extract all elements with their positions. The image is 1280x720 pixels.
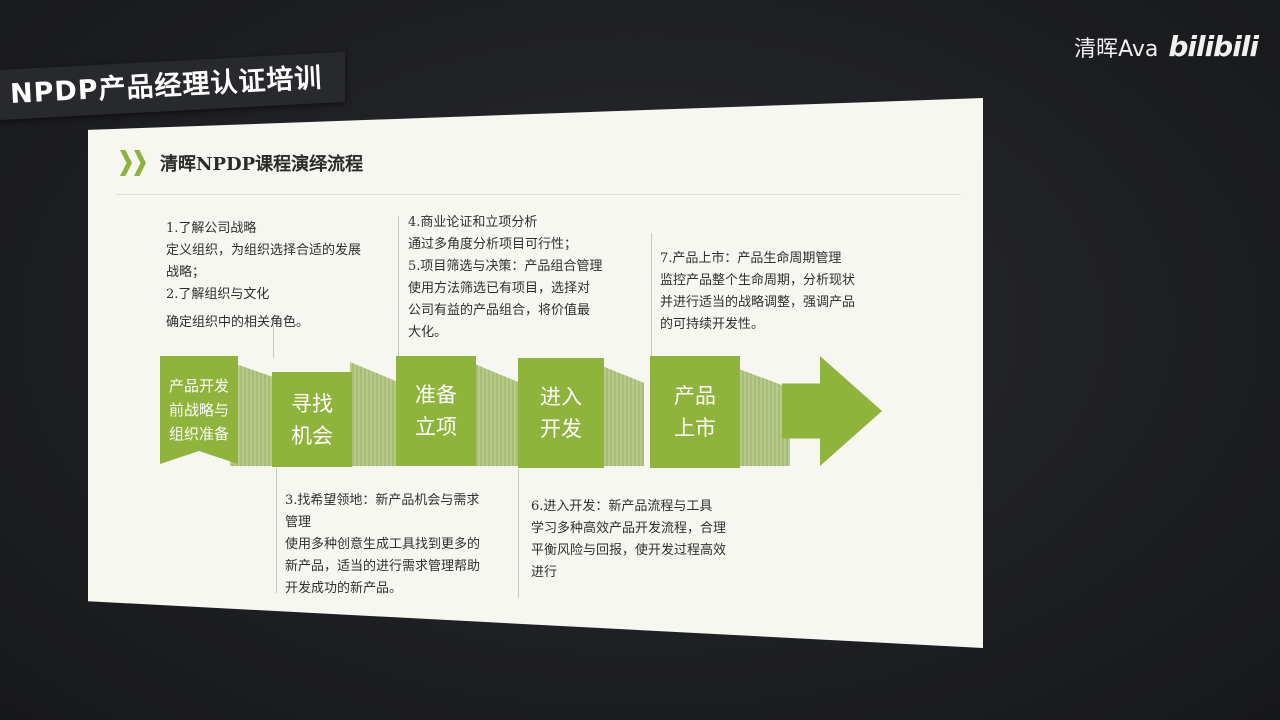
process-flow: 产品开发 前战略与 组织准备 寻找 机会 准备 立项 进入 开发 产品 上市: [160, 356, 890, 471]
title-divider: [116, 194, 961, 195]
author-name: 清晖Ava: [1074, 36, 1159, 62]
double-chevron-icon: [120, 150, 146, 176]
video-frame: NPDP产品经理认证培训 清晖Ava bilibili 清晖NPDP课程演绎流程…: [0, 0, 1280, 720]
connector-line: [518, 470, 519, 598]
step-product-launch: 产品 上市: [650, 356, 740, 468]
step-prepare-project: 准备 立项: [396, 356, 476, 466]
slide-title: 清晖NPDP课程演绎流程: [160, 154, 364, 175]
bilibili-logo-icon: bilibili: [1168, 30, 1259, 63]
note-development: 6.进入开发：新产品流程与工具 学习多种高效产品开发流程，合理 平衡风险与回报，…: [531, 499, 727, 580]
slide-header: 清晖NPDP课程演绎流程: [120, 150, 363, 176]
note-launch: 7.产品上市：产品生命周期管理 监控产品整个生命周期，分析现状 并进行适当的战略…: [660, 251, 856, 332]
step-find-opportunity: 寻找 机会: [272, 372, 352, 467]
connector-line: [398, 216, 399, 356]
connector-line: [273, 323, 274, 358]
connector-line: [276, 468, 277, 593]
connector-line: [651, 233, 652, 356]
step-strategy-prep: 产品开发 前战略与 组织准备: [160, 356, 238, 464]
arrow-head-icon: [782, 356, 882, 466]
note-business-case: 4.商业论证和立项分析 通过多角度分析项目可行性； 5.项目筛选与决策：产品组合…: [408, 215, 603, 340]
presentation-slide: 清晖NPDP课程演绎流程 1.了解公司战略 定义组织，为组织选择合适的发展 战略…: [88, 98, 983, 648]
step-enter-development: 进入 开发: [518, 358, 604, 468]
note-opportunity: 3.找希望领地：新产品机会与需求 管理 使用多种创意生成工具找到更多的 新产品，…: [285, 493, 481, 596]
note-strategy: 1.了解公司战略 定义组织，为组织选择合适的发展 战略； 2.了解组织与文化 确…: [166, 221, 362, 330]
watermark: 清晖Ava bilibili: [1074, 30, 1259, 63]
